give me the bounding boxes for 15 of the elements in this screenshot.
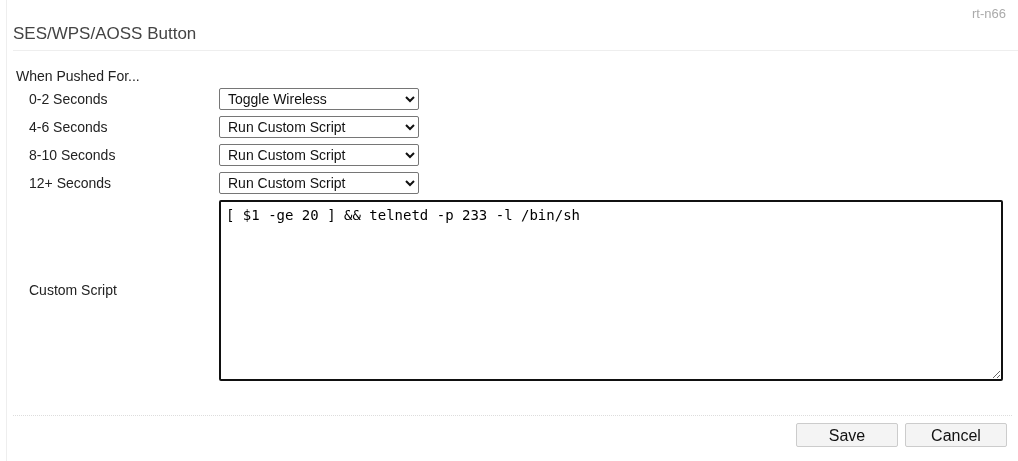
action-dropdown[interactable]: Toggle Wireless <box>219 88 419 110</box>
section-label: When Pushed For... <box>16 67 141 85</box>
custom-script-label: Custom Script <box>28 281 118 300</box>
page-title: SES/WPS/AOSS Button <box>13 24 1018 51</box>
duration-label: 8-10 Seconds <box>28 145 117 165</box>
save-button[interactable]: Save <box>796 423 898 447</box>
duration-label: 12+ Seconds <box>28 173 113 193</box>
model-label: rt-n66 <box>971 6 1007 22</box>
action-dropdown[interactable]: Run Custom Script <box>219 144 419 166</box>
action-dropdown[interactable]: Run Custom Script <box>219 116 419 138</box>
cancel-button[interactable]: Cancel <box>905 423 1007 447</box>
custom-script-field[interactable]: [ $1 -ge 20 ] && telnetd -p 233 -l /bin/sh <box>219 200 1003 381</box>
duration-label: 0-2 Seconds <box>28 89 109 109</box>
duration-label: 4-6 Seconds <box>28 117 109 137</box>
action-dropdown[interactable]: Run Custom Script <box>219 172 419 194</box>
